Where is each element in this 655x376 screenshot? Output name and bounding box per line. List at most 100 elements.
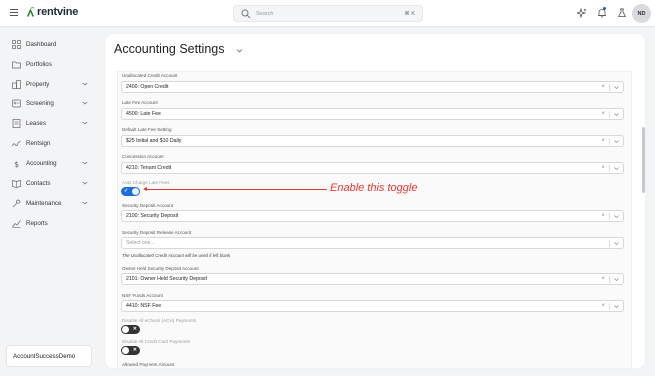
clear-icon[interactable]: × (601, 84, 605, 91)
select-value: 2400: Open Credit (126, 84, 169, 90)
scrollbar[interactable] (642, 127, 645, 193)
svg-text:$: $ (14, 160, 19, 168)
sidebar-item-property[interactable]: Property (12, 77, 88, 91)
clear-icon[interactable]: × (601, 303, 605, 310)
search-icon (241, 9, 251, 18)
chevron-down-icon (82, 201, 88, 205)
select-separator (609, 240, 610, 247)
notification-dot (603, 7, 606, 10)
wrench-icon (12, 199, 21, 207)
property-icon (12, 79, 21, 89)
brand-logo[interactable]: rentvine (26, 6, 78, 18)
field-label: Concession Account (122, 154, 164, 159)
disable-credit-card-payments-toggle[interactable]: ✕ (121, 346, 140, 355)
field-label: Security Deposit Release Account (122, 230, 192, 235)
sidebar-item-label: Contacts (26, 179, 51, 187)
chevron-down-icon (82, 181, 88, 185)
sidebar-item-contacts[interactable]: Contacts (12, 176, 88, 190)
chevron-down-icon[interactable] (236, 47, 243, 54)
chevron-down-icon[interactable] (613, 240, 620, 247)
portfolios-icon (12, 61, 21, 68)
select-separator (609, 111, 610, 118)
security-deposit-release-account-select[interactable]: Select one... (121, 237, 624, 249)
select-separator (609, 213, 610, 220)
default-late-fee-setting-select[interactable]: $25 Initial and $10 Daily × (121, 135, 624, 147)
field-label: Security Deposit Account (122, 203, 174, 208)
clear-icon[interactable]: × (601, 276, 605, 283)
clear-icon[interactable]: × (601, 213, 605, 220)
chevron-down-icon[interactable] (613, 303, 620, 310)
sidebar-item-reports[interactable]: Reports (12, 216, 88, 230)
chevron-down-icon[interactable] (613, 213, 620, 220)
flask-icon[interactable] (617, 8, 627, 18)
annotation-arrow (145, 189, 327, 190)
brand-name: rentvine (37, 6, 79, 18)
toggle-knob (132, 188, 139, 195)
account-switcher[interactable]: AccountSuccessDemo (6, 345, 92, 367)
security-deposit-account-select[interactable]: 2100: Security Deposit × (121, 210, 624, 222)
user-avatar[interactable]: ND (632, 4, 651, 23)
search-input[interactable]: Search (256, 11, 404, 17)
sidebar-item-rentsign[interactable]: Rentsign (12, 136, 88, 150)
rentsign-icon (12, 140, 21, 146)
sidebar-item-leases[interactable]: Leases (12, 116, 88, 130)
field-label: NSF Funds Account (122, 293, 163, 298)
menu-icon[interactable] (10, 9, 18, 16)
clear-icon[interactable]: × (601, 165, 605, 172)
search-bar[interactable]: Search ⌘ K (233, 5, 423, 22)
sidebar-item-label: Screening (26, 99, 54, 107)
sidebar-item-label: Leases (26, 119, 46, 127)
chevron-down-icon[interactable] (613, 165, 620, 172)
x-icon: ✕ (132, 326, 137, 332)
page-title: Accounting Settings (114, 42, 225, 56)
owner-held-security-deposit-account-select[interactable]: 2101: Owner Held Security Deposit × (121, 273, 624, 285)
select-placeholder: Select one... (126, 240, 155, 246)
contacts-icon (12, 179, 21, 188)
clear-icon[interactable]: × (601, 138, 605, 145)
chevron-down-icon[interactable] (613, 138, 620, 145)
top-bar: rentvine Search ⌘ K ND (0, 0, 655, 27)
sidebar-item-label: Portfolios (26, 60, 52, 68)
sidebar-item-portfolios[interactable]: Portfolios (12, 57, 88, 71)
toggle-knob (122, 326, 129, 333)
select-value: 4410: NSF Fee (126, 303, 162, 309)
field-label: Late Fee Account (122, 100, 158, 105)
concession-account-select[interactable]: 4210: Tenant Credit × (121, 162, 624, 174)
clear-icon[interactable]: × (601, 111, 605, 118)
dollar-icon: $ (14, 160, 19, 168)
sidebar-item-label: Property (26, 80, 50, 88)
select-separator (609, 165, 610, 172)
select-value: $25 Initial and $10 Daily (126, 138, 182, 144)
sidebar-item-label: Maintenance (26, 199, 62, 207)
field-label: Owner Held Security Deposit Account (122, 266, 199, 271)
chevron-down-icon[interactable] (613, 111, 620, 118)
select-value: 2101: Owner Held Security Deposit (126, 276, 208, 282)
disable-echeck-payments-toggle[interactable]: ✕ (121, 325, 140, 334)
auto-charge-late-fees-toggle[interactable]: ✓ (121, 187, 140, 196)
toggle-knob (122, 347, 129, 354)
chevron-down-icon[interactable] (613, 84, 620, 91)
search-shortcut: ⌘ K (404, 10, 415, 17)
select-value: 4210: Tenant Credit (126, 165, 172, 171)
late-fee-account-select[interactable]: 4500: Late Fee × (121, 108, 624, 120)
sidebar-item-screening[interactable]: Screening (12, 96, 88, 110)
field-label: Unallocated Credit Account (122, 73, 178, 78)
nsf-funds-account-select[interactable]: 4410: NSF Fee × (121, 300, 624, 312)
reports-icon (12, 219, 21, 228)
select-separator (609, 138, 610, 145)
select-value: 2100: Security Deposit (126, 213, 179, 219)
unallocated-credit-account-select[interactable]: 2400: Open Credit × (121, 81, 624, 93)
chevron-down-icon (82, 101, 88, 105)
sidebar-item-dashboard[interactable]: Dashboard (12, 37, 88, 51)
check-icon: ✓ (124, 188, 129, 194)
field-label: Default Late Fee Setting (122, 127, 172, 132)
chevron-down-icon[interactable] (613, 276, 620, 283)
sidebar-item-label: Reports (26, 219, 48, 227)
annotation-text: Enable this toggle (330, 182, 418, 194)
sidebar-item-accounting[interactable]: $ Accounting (12, 156, 88, 170)
sidebar-item-label: Dashboard (26, 40, 57, 48)
toggle-label: Disable All Credit Card Payments (122, 339, 190, 344)
sparkle-icon[interactable] (577, 8, 587, 18)
select-separator (609, 84, 610, 91)
sidebar-item-maintenance[interactable]: Maintenance (12, 196, 88, 210)
